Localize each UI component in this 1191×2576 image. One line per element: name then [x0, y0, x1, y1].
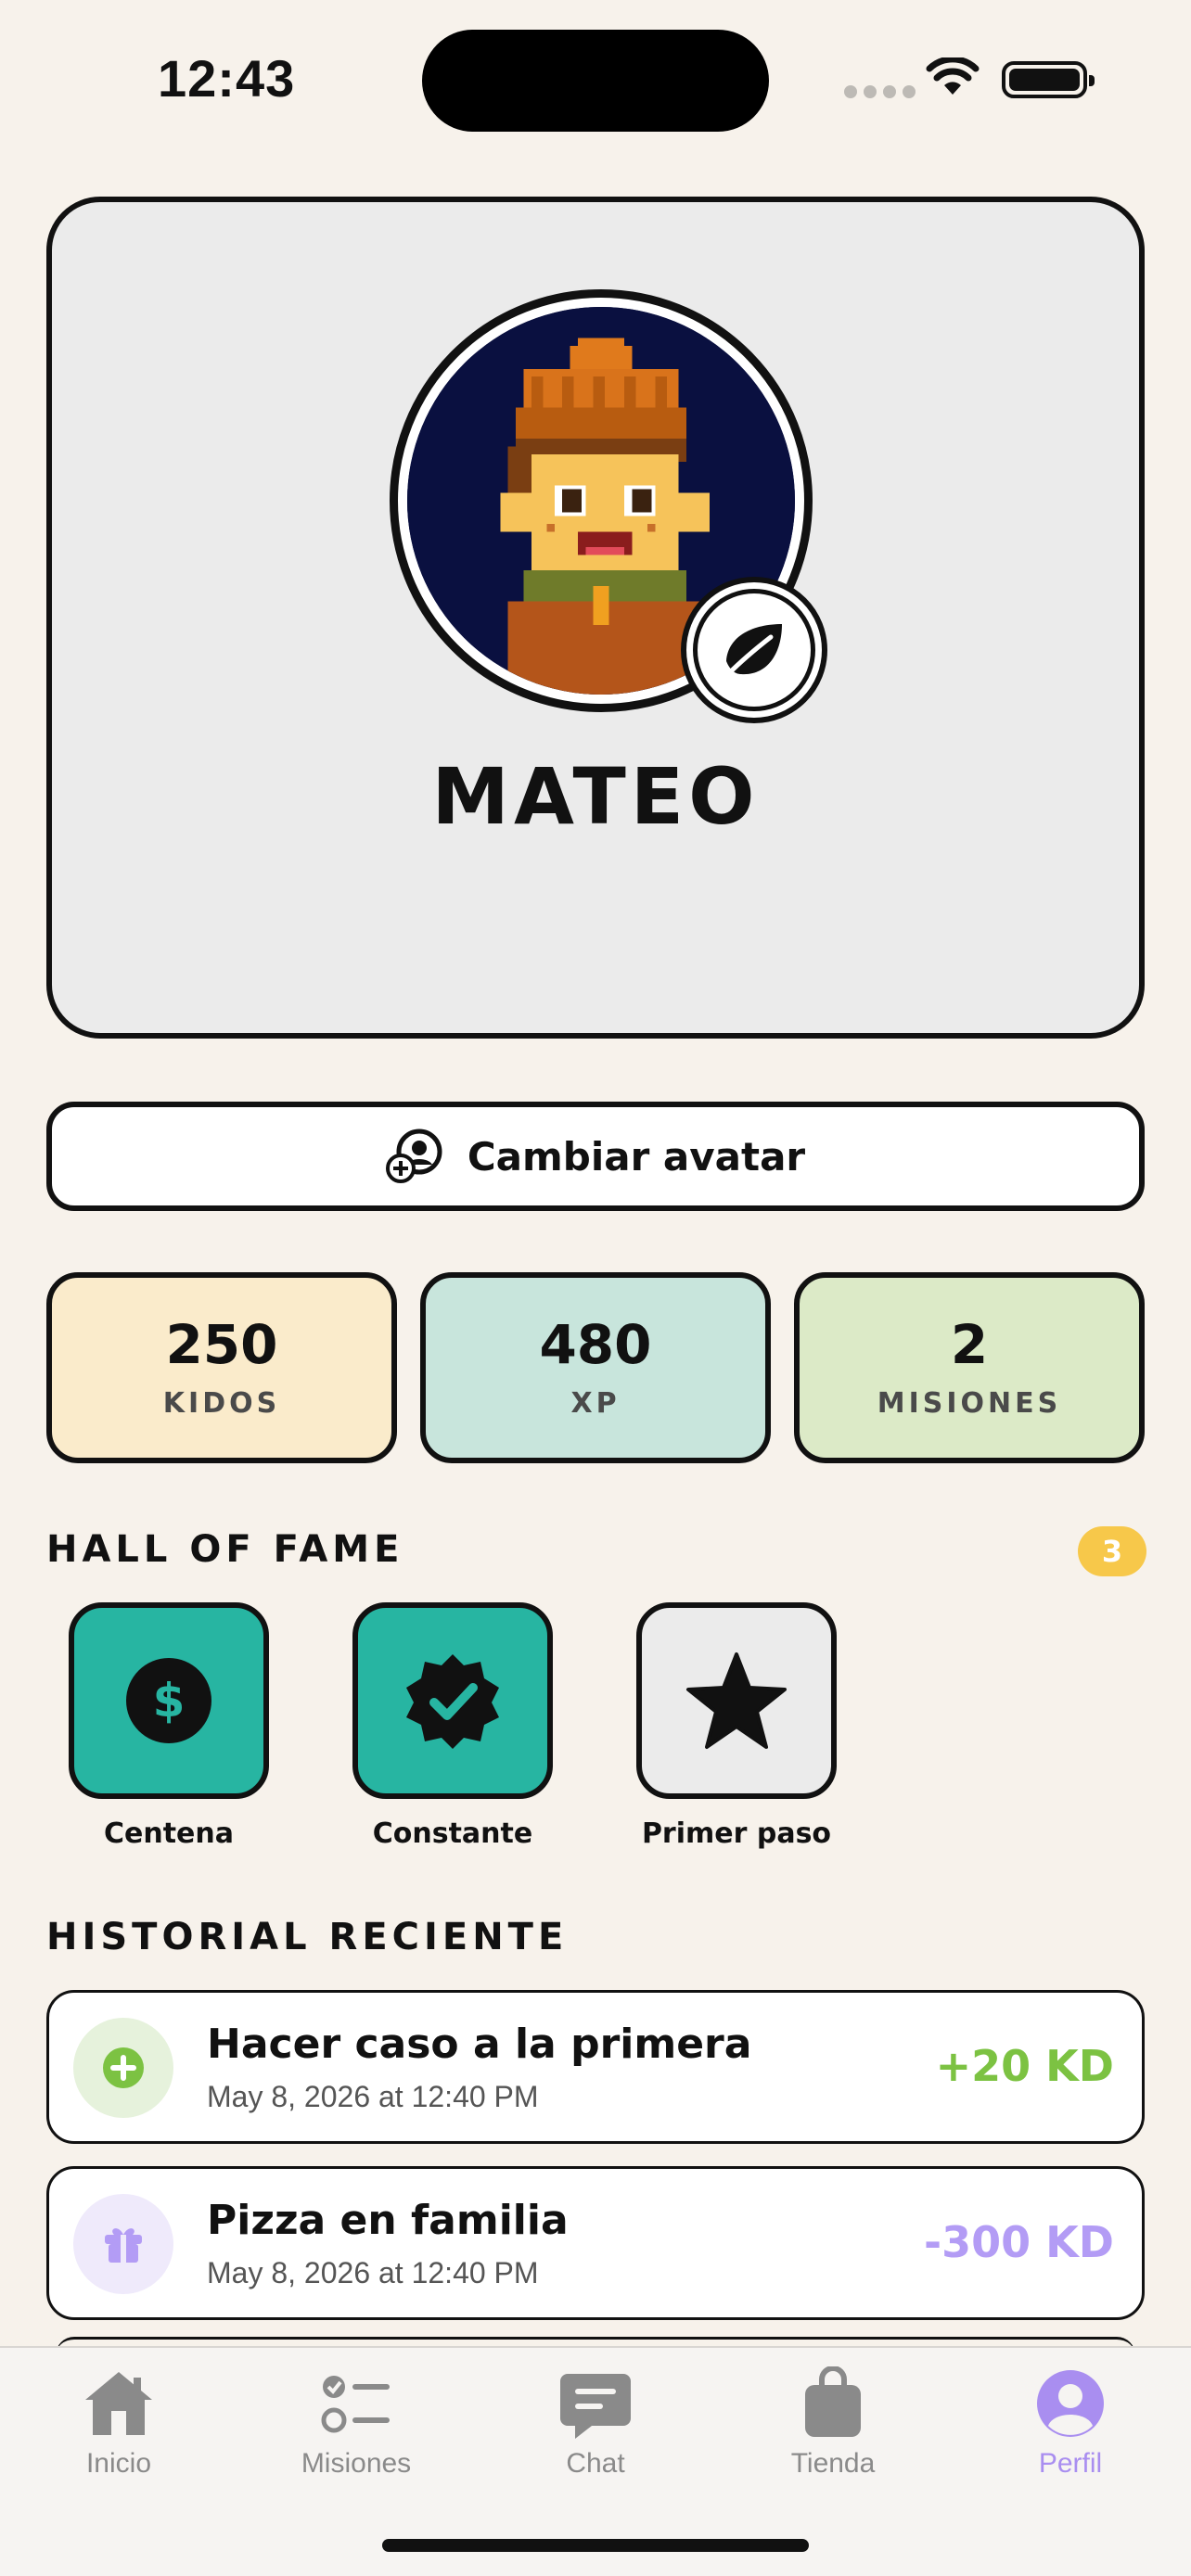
dynamic-island: [422, 30, 769, 132]
status-bar: 12:43: [0, 0, 1191, 158]
history-title: HISTORIAL RECIENTE: [46, 1916, 569, 1958]
person-circle-icon: [1037, 2370, 1104, 2437]
achievement-constante[interactable]: Constante: [352, 1602, 553, 1850]
history-item-title: Hacer caso a la primera: [207, 2021, 752, 2068]
achievement-label: Primer paso: [641, 1817, 832, 1850]
dollar-coin-icon: $: [126, 1658, 211, 1743]
tab-label: Inicio: [85, 2448, 152, 2479]
history-item[interactable]: Hacer caso a la primera May 8, 2026 at 1…: [46, 1990, 1145, 2144]
status-time: 12:43: [158, 49, 296, 108]
tab-label: Tienda: [790, 2448, 876, 2479]
shopping-bag-icon: [805, 2366, 861, 2437]
tab-label: Chat: [566, 2448, 625, 2479]
history-item-date: May 8, 2026 at 12:40 PM: [207, 2256, 539, 2289]
leaf-badge: [681, 577, 827, 723]
stat-label: KIDOS: [162, 1387, 281, 1420]
achievement-tile: $: [69, 1602, 269, 1799]
change-avatar-button[interactable]: Cambiar avatar: [46, 1102, 1145, 1211]
stat-xp: 480 XP: [420, 1272, 771, 1463]
achievement-primer-paso[interactable]: Primer paso: [636, 1602, 837, 1850]
achievement-label: Constante: [372, 1817, 533, 1850]
stat-kidos: 250 KIDOS: [46, 1272, 397, 1463]
check-badge-icon: [406, 1654, 499, 1749]
tab-chat[interactable]: Chat: [503, 2366, 688, 2480]
chat-bubble-icon: [560, 2374, 631, 2439]
history-item[interactable]: Pizza en familia May 8, 2026 at 12:40 PM…: [46, 2166, 1145, 2320]
achievement-tile: [352, 1602, 553, 1799]
history-item-date: May 8, 2026 at 12:40 PM: [207, 2080, 539, 2113]
star-icon: [686, 1652, 787, 1749]
checklist-icon: [321, 2376, 390, 2433]
achievement-centena[interactable]: $ Centena: [69, 1602, 269, 1850]
profile-card: MATEO: [46, 197, 1145, 1039]
stat-label: XP: [570, 1387, 621, 1420]
history-item-amount: -300 KD: [924, 2217, 1114, 2267]
stat-value: 250: [165, 1313, 278, 1376]
tab-misiones[interactable]: Misiones: [263, 2366, 449, 2480]
stat-value: 2: [950, 1313, 989, 1376]
profile-name: MATEO: [431, 751, 760, 842]
stat-label: MISIONES: [877, 1387, 1062, 1420]
hall-of-fame-count-badge: 3: [1078, 1526, 1146, 1576]
battery-icon: [1002, 61, 1095, 98]
achievement-tile: [636, 1602, 837, 1799]
tab-label: Misiones: [301, 2448, 412, 2479]
tab-tienda[interactable]: Tienda: [740, 2366, 926, 2480]
home-icon: [85, 2372, 152, 2435]
avatar-swap-icon: [385, 1129, 442, 1183]
stat-value: 480: [539, 1313, 652, 1376]
achievement-label: Centena: [103, 1817, 234, 1850]
gift-icon: [105, 2228, 142, 2263]
change-avatar-label: Cambiar avatar: [467, 1133, 806, 1180]
stat-misiones: 2 MISIONES: [794, 1272, 1145, 1463]
tab-perfil[interactable]: Perfil: [978, 2366, 1163, 2480]
home-indicator[interactable]: [382, 2539, 809, 2552]
history-item-title: Pizza en familia: [207, 2197, 569, 2244]
plus-circle-icon: [103, 2047, 144, 2088]
wifi-icon: [926, 57, 980, 95]
history-item-icon-wrap: [73, 2194, 173, 2294]
history-item-amount: +20 KD: [935, 2041, 1114, 2091]
leaf-icon: [725, 624, 782, 677]
hall-of-fame-title: HALL OF FAME: [46, 1528, 404, 1571]
history-item-icon-wrap: [73, 2018, 173, 2118]
tab-inicio[interactable]: Inicio: [26, 2366, 211, 2480]
svg-text:$: $: [153, 1674, 186, 1728]
cellular-signal-icon: [844, 85, 916, 98]
tab-label: Perfil: [1038, 2448, 1103, 2479]
